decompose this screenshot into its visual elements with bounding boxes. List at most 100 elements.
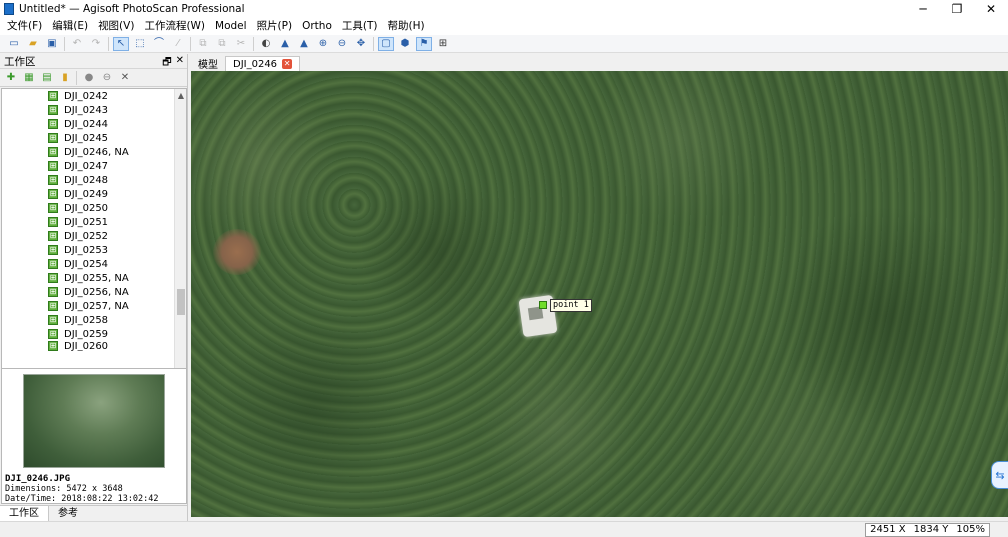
camera-icon: ⊞ bbox=[48, 91, 58, 101]
view-tabs: 模型 DJI_0246 ✕ bbox=[191, 54, 1008, 71]
menu-help[interactable]: 帮助(H) bbox=[382, 17, 429, 35]
ruler-icon[interactable]: ⁄ bbox=[170, 37, 186, 51]
save-icon[interactable]: ▣ bbox=[44, 37, 60, 51]
title-bar: Untitled* — Agisoft PhotoScan Profession… bbox=[0, 0, 1008, 17]
camera-icon: ⊞ bbox=[48, 329, 58, 339]
menu-workflow[interactable]: 工作流程(W) bbox=[139, 17, 210, 35]
list-item[interactable]: ⊞ DJI_0259 bbox=[48, 327, 108, 341]
list-item[interactable]: ⊞ DJI_0253 bbox=[48, 243, 108, 257]
marker-flag-icon[interactable] bbox=[539, 301, 547, 309]
list-item[interactable]: ⊞ DJI_0257, NA bbox=[48, 299, 129, 313]
view-icon[interactable]: ▢ bbox=[378, 36, 394, 51]
float-pane-button[interactable]: 🗗 bbox=[162, 55, 171, 72]
list-item[interactable]: ⊞ DJI_0256, NA bbox=[48, 285, 129, 299]
workspace-title: 工作区 bbox=[4, 55, 36, 68]
open-icon[interactable]: ▰ bbox=[25, 37, 41, 51]
status-bar: 2451 X 1834 Y 105% bbox=[0, 521, 1008, 537]
menu-edit[interactable]: 编辑(E) bbox=[47, 17, 93, 35]
list-item[interactable]: ⊞ DJI_0249 bbox=[48, 187, 108, 201]
brush-icon[interactable]: ⌒ bbox=[151, 37, 167, 51]
list-item[interactable]: ⊞ DJI_0258 bbox=[48, 313, 108, 327]
pane-tabs: 工作区 参考 bbox=[0, 505, 188, 521]
camera-icon: ⊞ bbox=[48, 301, 58, 311]
photo-info: DJI_0246.JPG Dimensions: 5472 x 3648 Dat… bbox=[5, 474, 159, 504]
menu-view[interactable]: 视图(V) bbox=[93, 17, 139, 35]
paste-icon[interactable]: ⧉ bbox=[214, 37, 230, 51]
add-photos-icon[interactable]: ▦ bbox=[21, 71, 37, 85]
list-item[interactable]: ⊞ DJI_0250 bbox=[48, 201, 108, 215]
marker-icon[interactable]: ⬢ bbox=[397, 37, 413, 51]
select-icon[interactable]: ↖ bbox=[113, 36, 129, 51]
scroll-thumb[interactable] bbox=[177, 289, 185, 315]
minimize-button[interactable]: ─ bbox=[906, 0, 940, 17]
camera-icon: ⊞ bbox=[48, 105, 58, 115]
photo-filename: DJI_0246.JPG bbox=[5, 474, 71, 484]
tab-photo-label: DJI_0246 bbox=[233, 58, 278, 70]
coordinate-readout: 2451 X 1834 Y 105% bbox=[865, 523, 990, 537]
add-chunk-icon[interactable]: ✚ bbox=[3, 71, 19, 85]
list-item[interactable]: ⊞ DJI_0255, NA bbox=[48, 271, 129, 285]
menu-ortho[interactable]: Ortho bbox=[297, 17, 337, 35]
camera-icon: ⊞ bbox=[48, 341, 58, 351]
toolbar-separator bbox=[190, 36, 191, 51]
new-icon[interactable]: ▭ bbox=[6, 37, 22, 51]
restore-button[interactable]: ❐ bbox=[940, 0, 974, 17]
copy-icon[interactable]: ⧉ bbox=[195, 37, 211, 51]
toolbar-separator bbox=[253, 36, 254, 51]
list-item[interactable]: ⊞ DJI_0251 bbox=[48, 215, 108, 229]
list-item[interactable]: ⊞ DJI_0245 bbox=[48, 131, 108, 145]
marker-label[interactable]: point 1 bbox=[550, 299, 592, 312]
move-icon[interactable]: ✥ bbox=[353, 37, 369, 51]
enable-icon[interactable]: ● bbox=[81, 71, 97, 85]
add-markers-icon[interactable]: ▮ bbox=[57, 71, 73, 85]
close-pane-button[interactable]: ✕ bbox=[176, 55, 184, 72]
list-item[interactable]: ⊞ DJI_0248 bbox=[48, 173, 108, 187]
redo-icon[interactable]: ↷ bbox=[88, 37, 104, 51]
add-folder-icon[interactable]: ▤ bbox=[39, 71, 55, 85]
brown-tree-patch bbox=[213, 229, 261, 275]
close-window-button[interactable]: ✕ bbox=[974, 0, 1008, 17]
camera-icon: ⊞ bbox=[48, 259, 58, 269]
photo-datetime: Date/Time: 2018:08:22 13:02:42 bbox=[5, 494, 159, 504]
menu-model[interactable]: Model bbox=[210, 17, 252, 35]
list-item[interactable]: ⊞ DJI_0246, NA bbox=[48, 145, 129, 159]
list-item[interactable]: ⊞ DJI_0260 bbox=[48, 341, 108, 351]
menu-bar: 文件(F) 编辑(E) 视图(V) 工作流程(W) Model 照片(P) Or… bbox=[0, 17, 1008, 35]
menu-photo[interactable]: 照片(P) bbox=[252, 17, 298, 35]
list-item[interactable]: ⊞ DJI_0242 bbox=[48, 89, 108, 103]
remote-icon[interactable]: ⇆ bbox=[991, 461, 1008, 489]
tab-workspace[interactable]: 工作区 bbox=[0, 506, 49, 521]
tree-vertical-scrollbar[interactable]: ▲ ▼ bbox=[174, 89, 186, 387]
zoom-in-icon[interactable]: ⊕ bbox=[315, 37, 331, 51]
list-item[interactable]: ⊞ DJI_0243 bbox=[48, 103, 108, 117]
camera-icon: ⊞ bbox=[48, 119, 58, 129]
cut-icon[interactable]: ✂ bbox=[233, 37, 249, 51]
close-tab-icon[interactable]: ✕ bbox=[282, 59, 293, 69]
list-item[interactable]: ⊞ DJI_0244 bbox=[48, 117, 108, 131]
app-icon bbox=[4, 2, 14, 15]
list-item[interactable]: ⊞ DJI_0247 bbox=[48, 159, 108, 173]
camera-icon: ⊞ bbox=[48, 245, 58, 255]
tab-model[interactable]: 模型 bbox=[191, 56, 225, 71]
zoom-out-icon[interactable]: ⊖ bbox=[334, 37, 350, 51]
tab-reference[interactable]: 参考 bbox=[49, 506, 87, 521]
remove-icon[interactable]: ✕ bbox=[117, 71, 133, 85]
circle-icon[interactable]: ◐ bbox=[258, 37, 274, 51]
flag-icon[interactable]: ⚑ bbox=[416, 36, 432, 51]
grid-icon[interactable]: ⊞ bbox=[435, 37, 451, 51]
undo-icon[interactable]: ↶ bbox=[69, 37, 85, 51]
scroll-up-icon[interactable]: ▲ bbox=[175, 89, 186, 101]
menu-tools[interactable]: 工具(T) bbox=[337, 17, 383, 35]
menu-file[interactable]: 文件(F) bbox=[2, 17, 47, 35]
photo-preview: DJI_0246.JPG Dimensions: 5472 x 3648 Dat… bbox=[1, 368, 187, 504]
toolbar-separator bbox=[64, 36, 65, 51]
tab-photo[interactable]: DJI_0246 ✕ bbox=[225, 56, 301, 71]
photo-viewport[interactable]: point 1 ⇆ bbox=[191, 71, 1008, 517]
rect-select-icon[interactable]: ⬚ bbox=[132, 37, 148, 51]
disable-icon[interactable]: ⊖ bbox=[99, 71, 115, 85]
list-item[interactable]: ⊞ DJI_0254 bbox=[48, 257, 108, 271]
mountains-icon[interactable]: ▲ bbox=[277, 37, 293, 51]
camera-icon: ⊞ bbox=[48, 217, 58, 227]
list-item[interactable]: ⊞ DJI_0252 bbox=[48, 229, 108, 243]
mountains-icon[interactable]: ▲ bbox=[296, 37, 312, 51]
